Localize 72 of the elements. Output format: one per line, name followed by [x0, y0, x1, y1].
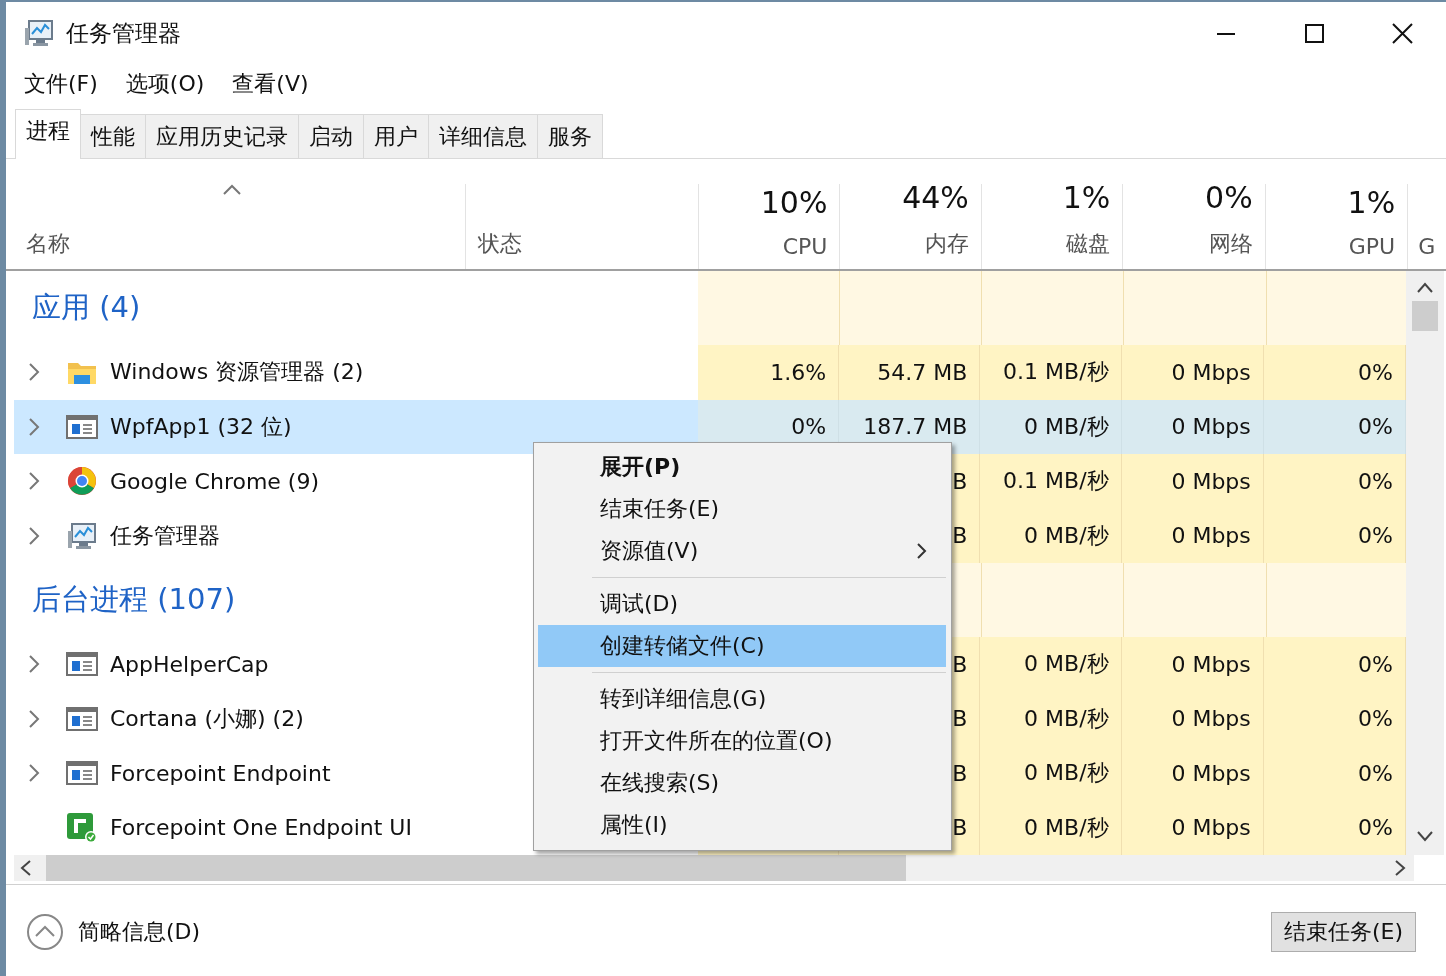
- table-cell: 0 Mbps: [1121, 691, 1264, 746]
- table-cell: 0 MB/秒: [980, 800, 1122, 855]
- process-name: Windows 资源管理器 (2): [110, 358, 364, 387]
- table-cell: 0 MB/秒: [980, 637, 1122, 692]
- name-cell[interactable]: Forcepoint Endpoint: [14, 746, 466, 801]
- process-name: Google Chrome (9): [110, 468, 320, 494]
- menu-item[interactable]: 选项(O): [119, 69, 211, 99]
- name-cell[interactable]: Google Chrome (9): [14, 454, 466, 509]
- usage-percent: 1%: [1347, 185, 1396, 220]
- table-cell: 0 Mbps: [1121, 508, 1264, 563]
- table-cell: 0%: [1263, 691, 1406, 746]
- tab[interactable]: 用户: [363, 114, 429, 158]
- process-name: WpfApp1 (32 位): [110, 412, 292, 441]
- table-cell: 0 Mbps: [1121, 345, 1264, 400]
- table-cell: 0%: [1263, 746, 1406, 801]
- table-cell: 0%: [1263, 345, 1406, 400]
- name-cell[interactable]: Windows 资源管理器 (2): [14, 345, 466, 400]
- table-cell: 0 MB/秒: [980, 399, 1122, 454]
- name-cell[interactable]: Forcepoint One Endpoint UI: [14, 800, 466, 855]
- table-cell: 0 MB/秒: [980, 746, 1122, 801]
- menu-item[interactable]: 创建转储文件(C): [538, 625, 946, 667]
- tab[interactable]: 详细信息: [428, 114, 538, 158]
- table-cell: 0 MB/秒: [980, 508, 1122, 563]
- tab[interactable]: 启动: [298, 114, 364, 158]
- usage-percent: 44%: [902, 180, 969, 215]
- window-title: 任务管理器: [66, 18, 182, 48]
- table-cell: 54.7 MB: [839, 345, 981, 400]
- tab[interactable]: 服务: [537, 114, 603, 158]
- column-header[interactable]: GPU: [1348, 234, 1396, 259]
- name-cell[interactable]: 任务管理器: [14, 508, 466, 563]
- column-header[interactable]: CPU: [782, 234, 828, 259]
- tab[interactable]: 应用历史记录: [145, 114, 299, 158]
- menu-item[interactable]: 查看(V): [226, 69, 315, 99]
- column-header[interactable]: 内存: [924, 229, 969, 259]
- column-header[interactable]: 状态: [477, 229, 522, 259]
- table-cell: 0.1 MB/秒: [980, 345, 1122, 400]
- name-cell[interactable]: AppHelperCap: [14, 637, 466, 692]
- process-name: AppHelperCap: [110, 651, 269, 677]
- group-heading: 应用 (4): [31, 289, 141, 326]
- name-cell[interactable]: WpfApp1 (32 位): [14, 399, 466, 454]
- table-cell: 0%: [1263, 454, 1406, 509]
- table-cell: 0%: [1263, 399, 1406, 454]
- group-heading: 后台进程 (107): [31, 581, 236, 618]
- table-cell: 0 Mbps: [1121, 454, 1264, 509]
- process-name: 任务管理器: [110, 521, 220, 550]
- usage-percent: 0%: [1205, 180, 1253, 215]
- process-name: Forcepoint Endpoint: [110, 760, 331, 786]
- column-header[interactable]: 网络: [1208, 229, 1253, 259]
- details-toggle[interactable]: 简略信息(D): [26, 912, 201, 951]
- usage-percent: 1%: [1062, 180, 1111, 215]
- table-cell: 0 Mbps: [1121, 399, 1264, 454]
- table-cell: 0%: [1263, 637, 1406, 692]
- menu-item[interactable]: 文件(F): [18, 69, 104, 99]
- table-cell: 0 Mbps: [1121, 800, 1264, 855]
- process-name: Forcepoint One Endpoint UI: [110, 815, 412, 841]
- column-header[interactable]: 名称: [26, 229, 70, 259]
- process-name: Cortana (小娜) (2): [110, 704, 304, 733]
- end-task-button[interactable]: 结束任务(E): [1270, 911, 1416, 952]
- table-cell: 0%: [1263, 508, 1406, 563]
- table-cell: 1.6%: [697, 345, 840, 400]
- table-cell: 0 Mbps: [1121, 637, 1264, 692]
- name-cell[interactable]: Cortana (小娜) (2): [14, 691, 466, 746]
- tab[interactable]: 性能: [80, 114, 146, 158]
- table-cell: 0 MB/秒: [980, 691, 1122, 746]
- table-cell: 0%: [1263, 800, 1406, 855]
- table-cell: 0.1 MB/秒: [980, 454, 1122, 509]
- tab[interactable]: 进程: [15, 109, 81, 159]
- menu-item[interactable]: 调试(D): [538, 583, 946, 625]
- column-header[interactable]: G: [1418, 234, 1436, 259]
- usage-percent: 10%: [760, 185, 828, 220]
- column-header[interactable]: 磁盘: [1066, 229, 1111, 259]
- table-cell: 0 Mbps: [1121, 746, 1264, 801]
